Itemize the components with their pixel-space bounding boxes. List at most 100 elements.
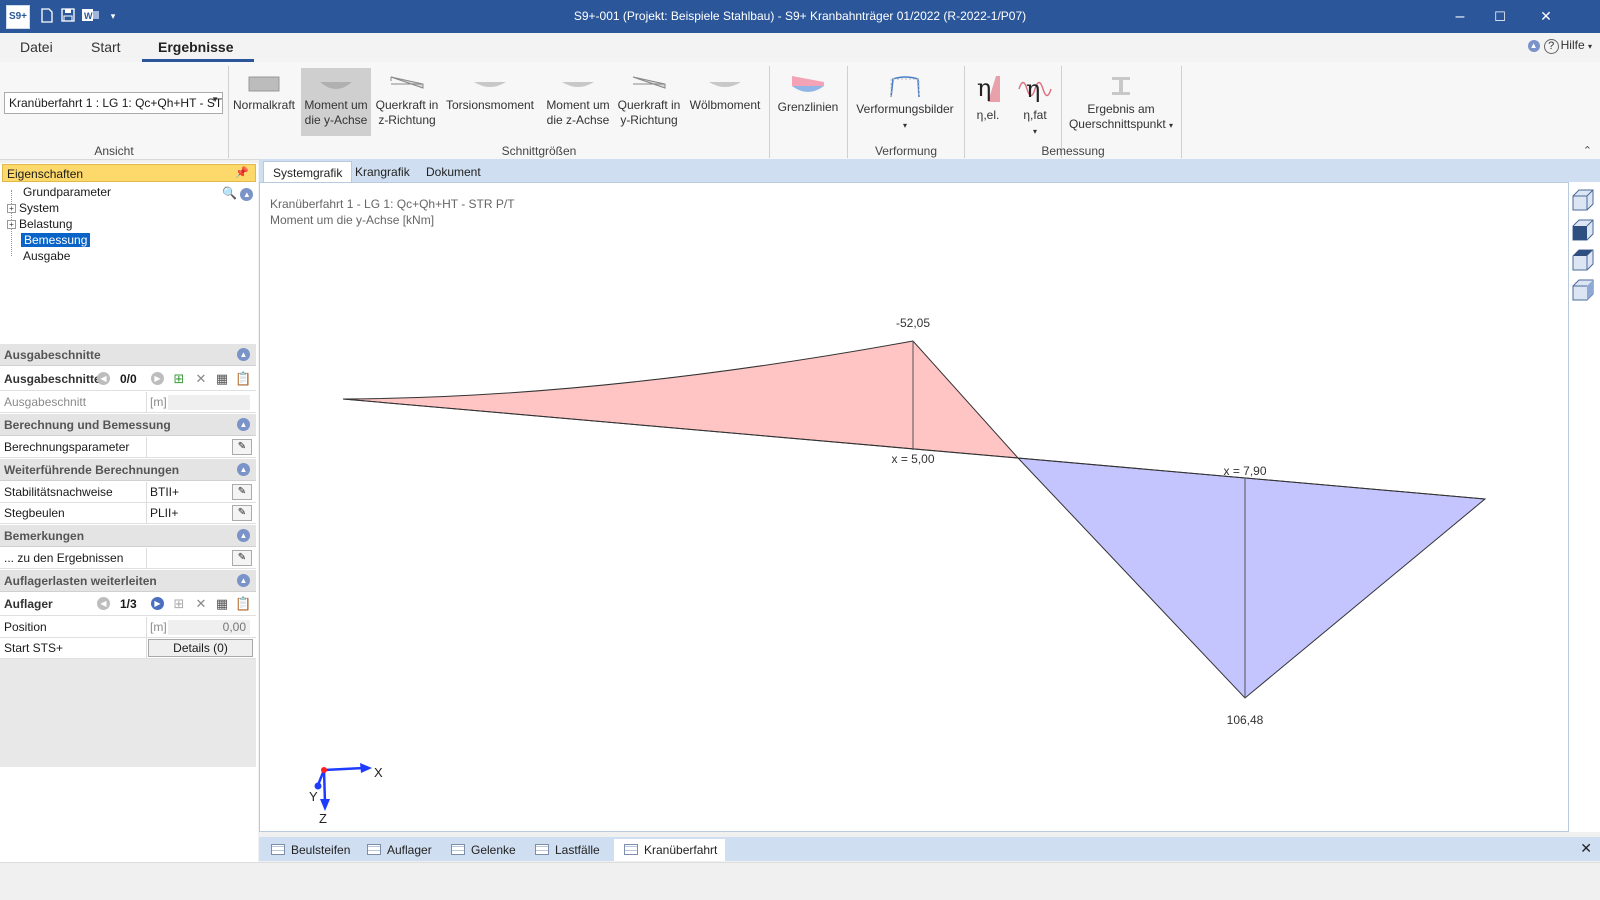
clipboard-icon[interactable]: 📋	[235, 371, 251, 386]
moment-y-label-2: die y-Achse	[304, 113, 368, 127]
querkraft-z-button[interactable]: Querkraft in z-Richtung	[374, 68, 440, 136]
grenzlinien-icon	[792, 76, 824, 92]
stabilitaet-label: Stabilitätsnachweise	[4, 485, 113, 499]
close-button[interactable]: ✕	[1523, 0, 1569, 33]
table-icon	[271, 844, 285, 855]
torsionsmoment-button[interactable]: Torsionsmoment	[442, 68, 538, 136]
eta-el-icon: η	[977, 74, 1000, 102]
table-icon[interactable]: ▦	[214, 596, 230, 611]
system-graphic-canvas[interactable]: Kranüberfahrt 1 - LG 1: Qc+Qh+HT - STR P…	[259, 182, 1569, 832]
tab-systemgrafik[interactable]: Systemgrafik	[263, 161, 353, 182]
edit-icon[interactable]: ✎	[232, 484, 252, 500]
ausgabeschnitt-input[interactable]	[168, 395, 250, 410]
stabilitaet-value: BTII+	[150, 485, 180, 499]
tree-item-bemessung[interactable]: Bemessung	[21, 232, 91, 248]
moment-y-button[interactable]: Moment um die y-Achse	[301, 68, 371, 136]
add-icon[interactable]: ⊞	[171, 596, 187, 611]
tab-datei[interactable]: Datei	[20, 39, 53, 55]
section-ausgabeschnitte[interactable]: Ausgabeschnitte ▲	[0, 344, 256, 366]
querkraft-y-label-1: Querkraft in	[617, 98, 681, 112]
tab-kranueberfahrt[interactable]: Kranüberfahrt	[614, 839, 726, 861]
bottom-tab-bar: Beulsteifen Auflager Gelenke Lastfälle K…	[259, 837, 1600, 861]
group-separator	[228, 66, 229, 158]
tree-item-grundparameter[interactable]: Grundparameter	[23, 184, 111, 200]
properties-header: Eigenschaften 📌	[2, 164, 256, 182]
section-weiterfuehrend[interactable]: Weiterführende Berechnungen ▲	[0, 459, 256, 481]
tree-item-belastung[interactable]: + Belastung	[7, 216, 72, 232]
position-input[interactable]: 0,00	[168, 620, 250, 635]
ergebnis-querschnittspunkt-button[interactable]: Ergebnis am Querschnittspunkt ▾	[1064, 68, 1178, 136]
section-berechnung[interactable]: Berechnung und Bemessung ▲	[0, 414, 256, 436]
tab-lastfaelle[interactable]: Lastfälle	[525, 839, 608, 861]
tab-ergebnisse[interactable]: Ergebnisse	[158, 39, 233, 55]
tree-item-ausgabe[interactable]: Ausgabe	[23, 248, 70, 264]
clipboard-icon[interactable]: 📋	[235, 596, 251, 611]
maximize-button[interactable]: ☐	[1477, 0, 1523, 33]
section-auflagerlasten[interactable]: Auflagerlasten weiterleiten ▲	[0, 570, 256, 592]
negative-moment-area	[342, 340, 1020, 459]
group-label-schnittgroessen: Schnittgrößen	[501, 144, 577, 158]
collapse-up-icon[interactable]: ▲	[237, 529, 250, 542]
view-select-value: Kranüberfahrt 1 : LG 1: Qc+Qh+HT - STR P…	[9, 96, 223, 110]
next-icon[interactable]: ▶	[151, 597, 164, 610]
moment-y-icon	[320, 82, 352, 89]
collapse-up-icon[interactable]: ▲	[237, 348, 250, 361]
chevron-down-icon: ▾	[902, 121, 907, 130]
collapse-up-icon[interactable]: ▲	[1527, 40, 1540, 52]
help-menu[interactable]: ▲? Hilfe ▾	[1527, 38, 1592, 54]
tab-gelenke[interactable]: Gelenke	[441, 839, 524, 861]
view-select-dropdown[interactable]: Kranüberfahrt 1 : LG 1: Qc+Qh+HT - STR P…	[4, 92, 223, 114]
edit-icon[interactable]: ✎	[232, 439, 252, 455]
ausgabeschnitt-unit: [m]	[150, 395, 167, 409]
ausgabeschnitte-navigator: Ausgabeschnitte ◀ 0/0 ▶ ⊞ ✕ ▦ 📋	[0, 368, 256, 391]
expand-icon[interactable]: +	[7, 204, 16, 213]
expand-icon[interactable]: +	[7, 220, 16, 229]
table-icon	[624, 844, 638, 855]
moment-z-label-1: Moment um	[546, 98, 610, 112]
edit-icon[interactable]: ✎	[232, 505, 252, 521]
close-panel-icon[interactable]: ✕	[1580, 840, 1592, 857]
collapse-up-icon[interactable]: ▲	[237, 418, 250, 431]
bemerkungen-row: ... zu den Ergebnissen ✎	[0, 548, 256, 569]
tab-beulsteifen[interactable]: Beulsteifen	[261, 839, 358, 861]
previous-icon[interactable]: ◀	[97, 597, 110, 610]
woelbmoment-icon	[709, 82, 741, 87]
add-icon[interactable]: ⊞	[171, 371, 187, 386]
section-bemerkungen[interactable]: Bemerkungen ▲	[0, 525, 256, 547]
details-button[interactable]: Details (0)	[148, 639, 253, 657]
tab-dokument[interactable]: Dokument	[417, 161, 490, 182]
pin-icon[interactable]: 📌	[235, 166, 249, 179]
position-row: Position [m] 0,00	[0, 617, 256, 638]
eta-fat-button[interactable]: η η,fat ▾	[1013, 68, 1057, 136]
edit-icon[interactable]: ✎	[232, 550, 252, 566]
collapse-up-icon[interactable]: ▲	[240, 188, 254, 201]
moment-z-button[interactable]: Moment um die z-Achse	[543, 68, 613, 136]
tab-start[interactable]: Start	[91, 39, 121, 55]
delete-icon[interactable]: ✕	[193, 371, 209, 386]
normalkraft-button[interactable]: Normalkraft	[232, 68, 296, 136]
coordinate-axes: X Y Z	[309, 763, 383, 826]
tab-auflager[interactable]: Auflager	[357, 839, 440, 861]
ribbon-collapse-icon[interactable]: ⌃	[1583, 144, 1592, 157]
verformungsbilder-button[interactable]: Verformungsbilder ▾	[851, 68, 959, 136]
querkraft-y-button[interactable]: Querkraft in y-Richtung	[616, 68, 682, 136]
next-icon[interactable]: ▶	[151, 372, 164, 385]
ribbon: Kranüberfahrt 1 : LG 1: Qc+Qh+HT - STR P…	[0, 62, 1600, 160]
auflager-nav-label: Auflager	[4, 597, 53, 611]
search-icon[interactable]: 🔍	[222, 186, 237, 200]
label-max-value: 106,48	[1227, 713, 1264, 727]
table-icon[interactable]: ▦	[214, 371, 230, 386]
previous-icon[interactable]: ◀	[97, 372, 110, 385]
start-sts-row: Start STS+ Details (0)	[0, 638, 256, 659]
group-label-bemessung: Bemessung	[1041, 144, 1105, 158]
woelbmoment-button[interactable]: Wölbmoment	[686, 68, 764, 136]
eta-el-label: η,el.	[976, 108, 1000, 122]
chevron-down-icon: ▾	[1169, 121, 1174, 130]
delete-icon[interactable]: ✕	[193, 596, 209, 611]
collapse-up-icon[interactable]: ▲	[237, 574, 250, 587]
eta-el-button[interactable]: η η,el.	[968, 68, 1008, 136]
tab-krangrafik[interactable]: Krangrafik	[346, 161, 419, 182]
grenzlinien-button[interactable]: Grenzlinien	[773, 68, 843, 136]
collapse-up-icon[interactable]: ▲	[237, 463, 250, 476]
tree-item-system[interactable]: + System	[7, 200, 59, 216]
